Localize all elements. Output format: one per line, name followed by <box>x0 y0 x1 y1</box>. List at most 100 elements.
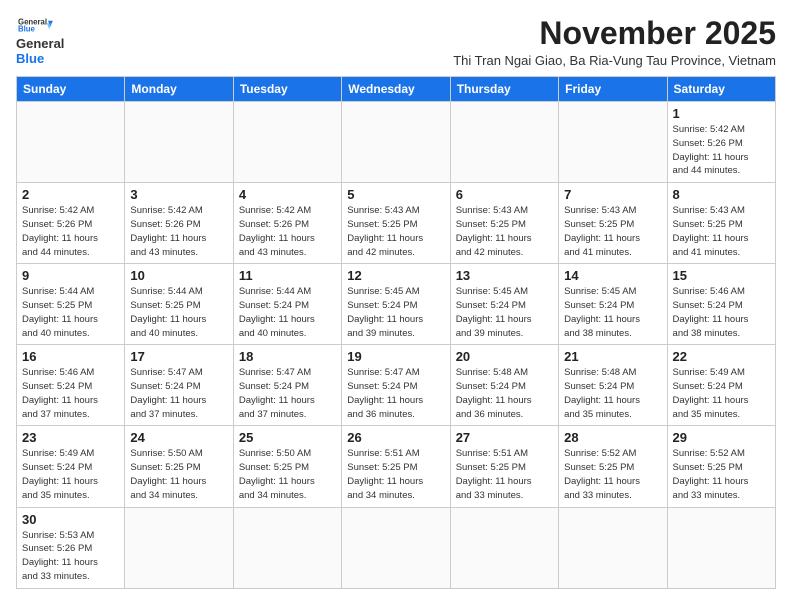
calendar-cell <box>559 507 667 588</box>
day-info: Sunrise: 5:45 AM Sunset: 5:24 PM Dayligh… <box>456 285 553 340</box>
calendar-cell: 18 Sunrise: 5:47 AM Sunset: 5:24 PM Dayli… <box>233 345 341 426</box>
calendar-cell: 12 Sunrise: 5:45 AM Sunset: 5:24 PM Dayli… <box>342 264 450 345</box>
calendar-cell: 13Sunrise: 5:45 AM Sunset: 5:24 PM Dayli… <box>450 264 558 345</box>
calendar-cell <box>17 102 125 183</box>
day-info: Sunrise: 5:47 AM Sunset: 5:24 PM Dayligh… <box>347 366 444 421</box>
day-info: Sunrise: 5:48 AM Sunset: 5:24 PM Dayligh… <box>456 366 553 421</box>
calendar-cell <box>233 102 341 183</box>
calendar-cell: 11Sunrise: 5:44 AM Sunset: 5:24 PM Dayli… <box>233 264 341 345</box>
day-number: 9 <box>22 268 119 283</box>
calendar-body: 1 Sunrise: 5:42 AM Sunset: 5:26 PM Daylig… <box>17 102 776 588</box>
day-info: Sunrise: 5:51 AM Sunset: 5:25 PM Dayligh… <box>347 447 444 502</box>
day-info: Sunrise: 5:44 AM Sunset: 5:25 PM Dayligh… <box>130 285 227 340</box>
day-info: Sunrise: 5:47 AM Sunset: 5:24 PM Dayligh… <box>239 366 336 421</box>
calendar-cell: 24Sunrise: 5:50 AM Sunset: 5:25 PM Dayli… <box>125 426 233 507</box>
day-number: 11 <box>239 268 336 283</box>
day-number: 4 <box>239 187 336 202</box>
weekday-monday: Monday <box>125 77 233 102</box>
location-title: Thi Tran Ngai Giao, Ba Ria-Vung Tau Prov… <box>64 53 776 68</box>
logo-blue: Blue <box>16 51 64 66</box>
calendar-cell: 25 Sunrise: 5:50 AM Sunset: 5:25 PM Dayli… <box>233 426 341 507</box>
weekday-thursday: Thursday <box>450 77 558 102</box>
calendar-cell <box>342 507 450 588</box>
calendar-table: SundayMondayTuesdayWednesdayThursdayFrid… <box>16 76 776 588</box>
calendar-cell: 29 Sunrise: 5:52 AM Sunset: 5:25 PM Dayli… <box>667 426 775 507</box>
day-info: Sunrise: 5:43 AM Sunset: 5:25 PM Dayligh… <box>673 204 770 259</box>
day-number: 1 <box>673 106 770 121</box>
day-info: Sunrise: 5:49 AM Sunset: 5:24 PM Dayligh… <box>22 447 119 502</box>
day-info: Sunrise: 5:53 AM Sunset: 5:26 PM Dayligh… <box>22 529 119 584</box>
weekday-tuesday: Tuesday <box>233 77 341 102</box>
weekday-wednesday: Wednesday <box>342 77 450 102</box>
calendar-cell <box>125 507 233 588</box>
day-number: 20 <box>456 349 553 364</box>
day-info: Sunrise: 5:42 AM Sunset: 5:26 PM Dayligh… <box>239 204 336 259</box>
calendar-cell <box>233 507 341 588</box>
weekday-saturday: Saturday <box>667 77 775 102</box>
calendar-week-1: 2 Sunrise: 5:42 AM Sunset: 5:26 PM Daylig… <box>17 183 776 264</box>
day-info: Sunrise: 5:46 AM Sunset: 5:24 PM Dayligh… <box>22 366 119 421</box>
calendar-cell: 28Sunrise: 5:52 AM Sunset: 5:25 PM Dayli… <box>559 426 667 507</box>
day-number: 10 <box>130 268 227 283</box>
day-number: 21 <box>564 349 661 364</box>
calendar-week-3: 16Sunrise: 5:46 AM Sunset: 5:24 PM Dayli… <box>17 345 776 426</box>
calendar-cell: 17Sunrise: 5:47 AM Sunset: 5:24 PM Dayli… <box>125 345 233 426</box>
day-number: 6 <box>456 187 553 202</box>
calendar-week-2: 9 Sunrise: 5:44 AM Sunset: 5:25 PM Daylig… <box>17 264 776 345</box>
day-number: 2 <box>22 187 119 202</box>
svg-text:Blue: Blue <box>18 25 36 34</box>
day-info: Sunrise: 5:46 AM Sunset: 5:24 PM Dayligh… <box>673 285 770 340</box>
calendar-cell: 15 Sunrise: 5:46 AM Sunset: 5:24 PM Dayli… <box>667 264 775 345</box>
day-info: Sunrise: 5:43 AM Sunset: 5:25 PM Dayligh… <box>347 204 444 259</box>
day-info: Sunrise: 5:50 AM Sunset: 5:25 PM Dayligh… <box>239 447 336 502</box>
day-number: 27 <box>456 430 553 445</box>
calendar-cell: 4 Sunrise: 5:42 AM Sunset: 5:26 PM Daylig… <box>233 183 341 264</box>
logo: General Blue General Blue <box>16 16 64 66</box>
day-number: 25 <box>239 430 336 445</box>
calendar-cell: 30Sunrise: 5:53 AM Sunset: 5:26 PM Dayli… <box>17 507 125 588</box>
calendar-cell: 14Sunrise: 5:45 AM Sunset: 5:24 PM Dayli… <box>559 264 667 345</box>
day-info: Sunrise: 5:48 AM Sunset: 5:24 PM Dayligh… <box>564 366 661 421</box>
day-number: 23 <box>22 430 119 445</box>
day-info: Sunrise: 5:42 AM Sunset: 5:26 PM Dayligh… <box>130 204 227 259</box>
calendar-week-0: 1 Sunrise: 5:42 AM Sunset: 5:26 PM Daylig… <box>17 102 776 183</box>
title-block: November 2025 Thi Tran Ngai Giao, Ba Ria… <box>64 16 776 68</box>
day-number: 12 <box>347 268 444 283</box>
calendar-cell: 3 Sunrise: 5:42 AM Sunset: 5:26 PM Daylig… <box>125 183 233 264</box>
calendar-cell: 21 Sunrise: 5:48 AM Sunset: 5:24 PM Dayli… <box>559 345 667 426</box>
day-number: 18 <box>239 349 336 364</box>
day-info: Sunrise: 5:49 AM Sunset: 5:24 PM Dayligh… <box>673 366 770 421</box>
page-header: General Blue General Blue November 2025 … <box>16 16 776 68</box>
day-info: Sunrise: 5:50 AM Sunset: 5:25 PM Dayligh… <box>130 447 227 502</box>
day-info: Sunrise: 5:52 AM Sunset: 5:25 PM Dayligh… <box>673 447 770 502</box>
day-info: Sunrise: 5:45 AM Sunset: 5:24 PM Dayligh… <box>347 285 444 340</box>
calendar-cell: 9Sunrise: 5:44 AM Sunset: 5:25 PM Daylig… <box>17 264 125 345</box>
day-number: 29 <box>673 430 770 445</box>
calendar-cell <box>342 102 450 183</box>
calendar-cell <box>450 102 558 183</box>
day-number: 28 <box>564 430 661 445</box>
day-info: Sunrise: 5:43 AM Sunset: 5:25 PM Dayligh… <box>564 204 661 259</box>
calendar-cell: 26Sunrise: 5:51 AM Sunset: 5:25 PM Dayli… <box>342 426 450 507</box>
calendar-cell <box>559 102 667 183</box>
weekday-sunday: Sunday <box>17 77 125 102</box>
month-title: November 2025 <box>64 16 776 51</box>
calendar-cell: 19Sunrise: 5:47 AM Sunset: 5:24 PM Dayli… <box>342 345 450 426</box>
day-number: 22 <box>673 349 770 364</box>
calendar-cell: 23 Sunrise: 5:49 AM Sunset: 5:24 PM Dayli… <box>17 426 125 507</box>
weekday-friday: Friday <box>559 77 667 102</box>
day-number: 15 <box>673 268 770 283</box>
calendar-cell: 16Sunrise: 5:46 AM Sunset: 5:24 PM Dayli… <box>17 345 125 426</box>
calendar-cell: 10 Sunrise: 5:44 AM Sunset: 5:25 PM Dayli… <box>125 264 233 345</box>
day-number: 8 <box>673 187 770 202</box>
calendar-cell: 22 Sunrise: 5:49 AM Sunset: 5:24 PM Dayli… <box>667 345 775 426</box>
calendar-cell <box>125 102 233 183</box>
day-number: 5 <box>347 187 444 202</box>
day-number: 3 <box>130 187 227 202</box>
calendar-cell: 27Sunrise: 5:51 AM Sunset: 5:25 PM Dayli… <box>450 426 558 507</box>
day-info: Sunrise: 5:42 AM Sunset: 5:26 PM Dayligh… <box>673 123 770 178</box>
calendar-cell: 1 Sunrise: 5:42 AM Sunset: 5:26 PM Daylig… <box>667 102 775 183</box>
day-info: Sunrise: 5:47 AM Sunset: 5:24 PM Dayligh… <box>130 366 227 421</box>
day-number: 14 <box>564 268 661 283</box>
calendar-cell: 6Sunrise: 5:43 AM Sunset: 5:25 PM Daylig… <box>450 183 558 264</box>
